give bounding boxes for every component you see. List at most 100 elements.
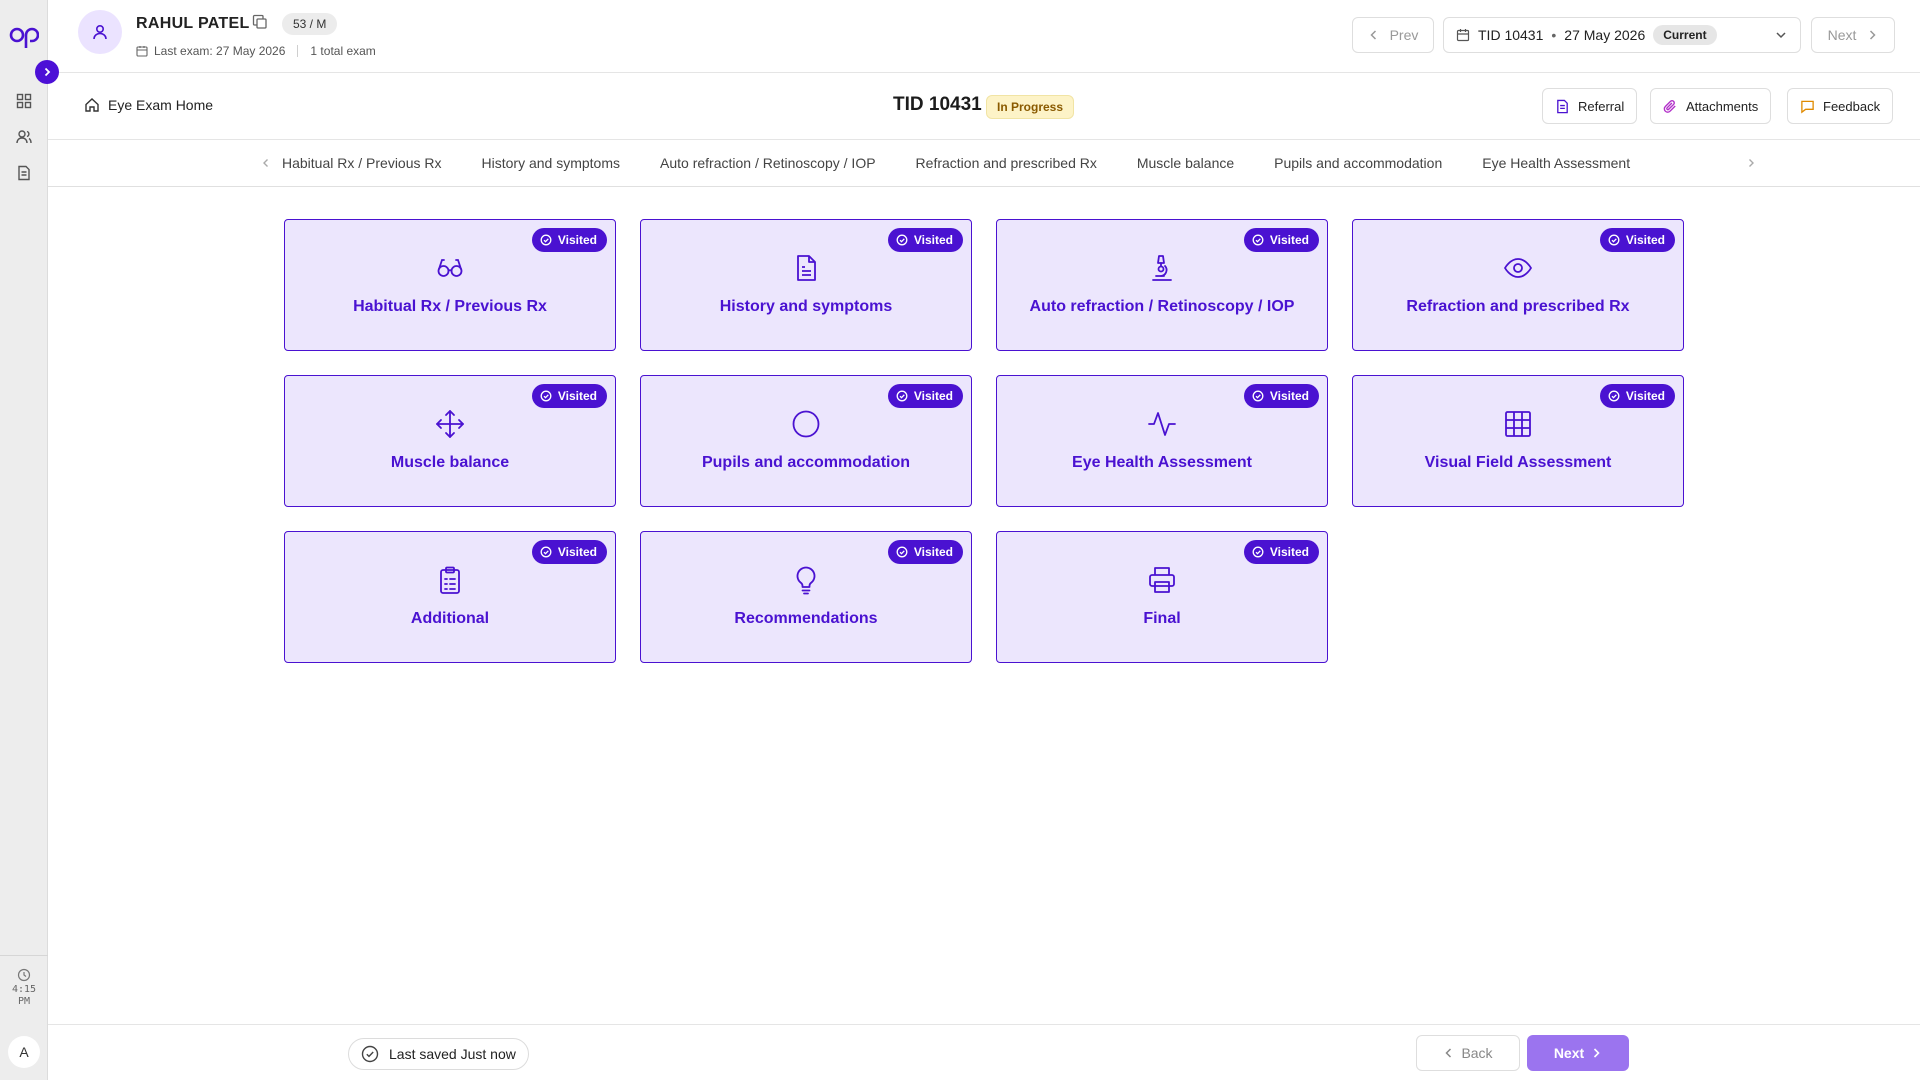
badge-label: Visited <box>1625 389 1665 403</box>
visited-badge: Visited <box>1243 540 1319 564</box>
check-circle-icon <box>1608 234 1620 246</box>
app-logo[interactable] <box>8 20 40 50</box>
card-final[interactable]: Visited Final <box>996 531 1328 663</box>
calendar-icon <box>136 46 148 57</box>
check-circle-icon <box>896 546 908 558</box>
card-recommendations[interactable]: Visited Recommendations <box>640 531 972 663</box>
chevron-left-icon <box>1370 30 1376 40</box>
user-avatar[interactable]: A <box>8 1036 40 1068</box>
footer-bar: Last saved Just now Back Next <box>48 1024 1920 1080</box>
tab-refraction-prescribed[interactable]: Refraction and prescribed Rx <box>916 155 1097 171</box>
activity-icon <box>1146 408 1178 440</box>
visited-badge: Visited <box>531 540 607 564</box>
grid-icon <box>1502 408 1534 440</box>
badge-label: Visited <box>1269 545 1309 559</box>
card-title: Pupils and accommodation <box>701 454 911 471</box>
visited-badge: Visited <box>1243 228 1319 252</box>
card-refraction-prescribed[interactable]: Visited Refraction and prescribed Rx <box>1352 219 1684 351</box>
visited-badge: Visited <box>531 228 607 252</box>
next-exam-button[interactable]: Next <box>1811 17 1895 53</box>
tab-muscle-balance[interactable]: Muscle balance <box>1137 155 1234 171</box>
home-icon <box>85 98 99 112</box>
dashboard-icon[interactable] <box>13 90 35 112</box>
card-title: Recommendations <box>734 610 878 627</box>
check-circle-icon <box>896 390 908 402</box>
card-habitual-rx[interactable]: Visited Habitual Rx / Previous Rx <box>284 219 616 351</box>
clock: 4:15 PM <box>4 968 44 1008</box>
card-title: Visual Field Assessment <box>1424 454 1612 471</box>
card-muscle-balance[interactable]: Visited Muscle balance <box>284 375 616 507</box>
exam-subheader: Eye Exam Home TID 10431 In Progress Refe… <box>48 73 1920 140</box>
attachments-label: Attachments <box>1686 98 1759 114</box>
last-exam-text: Last exam: 27 May 2026 <box>154 44 286 58</box>
rail-divider <box>0 955 48 956</box>
visited-badge: Visited <box>887 540 963 564</box>
badge-label: Visited <box>1269 233 1309 247</box>
referral-button[interactable]: Referral <box>1542 88 1638 124</box>
feedback-label: Feedback <box>1823 98 1881 114</box>
chevron-right-icon <box>44 67 51 77</box>
visited-badge: Visited <box>887 228 963 252</box>
badge-label: Visited <box>913 389 953 403</box>
tabs-list: Habitual Rx / Previous Rx History and sy… <box>282 140 1734 186</box>
card-pupils-accommodation[interactable]: Visited Pupils and accommodation <box>640 375 972 507</box>
circle-icon <box>790 408 822 440</box>
tabs-scroll-right[interactable] <box>1740 152 1762 174</box>
current-badge: Current <box>1653 25 1717 45</box>
patients-icon[interactable] <box>13 126 35 148</box>
attachments-button[interactable]: Attachments <box>1650 88 1772 124</box>
selected-date: 27 May 2026 <box>1564 27 1646 43</box>
tabs-scroll-left[interactable] <box>255 152 277 174</box>
card-history-symptoms[interactable]: Visited History and symptoms <box>640 219 972 351</box>
check-circle-icon <box>540 546 552 558</box>
prev-exam-button[interactable]: Prev <box>1352 17 1434 53</box>
calendar-icon <box>1456 29 1470 42</box>
check-circle-icon <box>1252 234 1264 246</box>
next-button[interactable]: Next <box>1527 1035 1629 1071</box>
card-title: Habitual Rx / Previous Rx <box>353 298 547 315</box>
card-additional[interactable]: Visited Additional <box>284 531 616 663</box>
clipboard-icon <box>434 564 466 596</box>
lightbulb-icon <box>790 564 822 596</box>
back-button[interactable]: Back <box>1416 1035 1520 1071</box>
card-eye-health[interactable]: Visited Eye Health Assessment <box>996 375 1328 507</box>
clock-time: 4:15 <box>11 984 37 995</box>
tab-pupils-accommodation[interactable]: Pupils and accommodation <box>1274 155 1442 171</box>
home-label: Eye Exam Home <box>108 97 214 113</box>
left-rail: 4:15 PM A <box>0 0 48 1080</box>
tab-auto-refraction[interactable]: Auto refraction / Retinoscopy / IOP <box>660 155 876 171</box>
bullet-separator: • <box>1551 27 1557 43</box>
check-circle-icon <box>361 1045 379 1063</box>
card-title: Refraction and prescribed Rx <box>1406 298 1630 315</box>
visited-badge: Visited <box>887 384 963 408</box>
patient-avatar <box>78 10 122 54</box>
badge-label: Visited <box>913 233 953 247</box>
feedback-button[interactable]: Feedback <box>1787 88 1894 124</box>
card-visual-field[interactable]: Visited Visual Field Assessment <box>1352 375 1684 507</box>
referral-label: Referral <box>1578 98 1625 114</box>
exam-select[interactable]: TID 10431 • 27 May 2026 Current <box>1443 17 1801 53</box>
copy-icon[interactable] <box>252 14 270 32</box>
status-badge: In Progress <box>986 95 1075 119</box>
check-circle-icon <box>540 234 552 246</box>
sidebar-expand-button[interactable] <box>35 60 59 84</box>
card-title: Auto refraction / Retinoscopy / IOP <box>1029 298 1295 315</box>
page-title: TID 10431 <box>893 94 982 115</box>
meta-divider <box>297 45 299 57</box>
chevron-right-icon <box>1749 159 1754 167</box>
document-icon <box>1557 99 1568 113</box>
reports-icon[interactable] <box>13 162 35 184</box>
eye-exam-home-link[interactable]: Eye Exam Home <box>84 97 213 113</box>
badge-label: Visited <box>557 545 597 559</box>
tab-history-symptoms[interactable]: History and symptoms <box>482 155 620 171</box>
card-title: Additional <box>410 610 490 627</box>
check-circle-icon <box>1608 390 1620 402</box>
card-auto-refraction[interactable]: Visited Auto refraction / Retinoscopy / … <box>996 219 1328 351</box>
tab-habitual-rx[interactable]: Habitual Rx / Previous Rx <box>282 155 442 171</box>
back-label: Back <box>1461 1045 1493 1061</box>
check-circle-icon <box>896 234 908 246</box>
chevron-left-icon <box>1445 1048 1452 1058</box>
save-status: Last saved Just now <box>348 1038 529 1070</box>
chevron-left-icon <box>263 159 268 167</box>
tab-eye-health[interactable]: Eye Health Assessment <box>1482 155 1630 171</box>
